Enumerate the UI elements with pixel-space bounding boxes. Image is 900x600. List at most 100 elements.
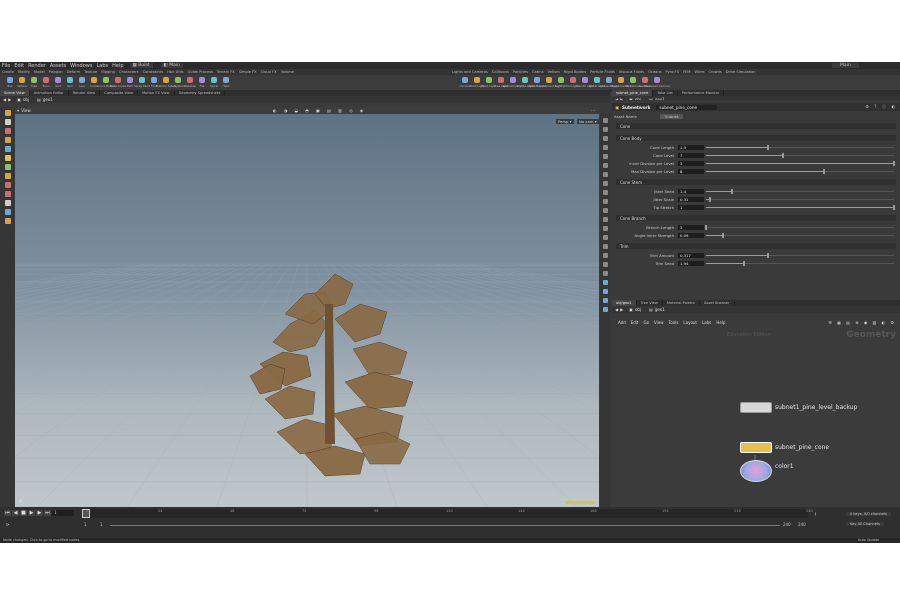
right-tool-4-icon[interactable] [602, 145, 608, 150]
shelf-tab-particle-fluids[interactable]: Particle Fluids [588, 70, 617, 74]
param-slider-knob[interactable] [893, 205, 895, 210]
shelf-tab-hair-utils[interactable]: Hair Utils [165, 70, 185, 74]
left-tool-4-icon[interactable] [4, 137, 11, 143]
shelf-tool-sky-light[interactable]: Sky Light [555, 76, 567, 90]
net-menu-edit[interactable]: Edit [631, 320, 639, 325]
path-context[interactable]: obj [23, 97, 29, 102]
param-slider[interactable] [706, 153, 894, 158]
right-tool-17-icon[interactable] [602, 262, 608, 267]
shelf-tab-model[interactable]: Model [32, 70, 47, 74]
menu-edit[interactable]: Edit [12, 63, 26, 69]
right-tool-19-icon[interactable] [602, 280, 608, 285]
path-node[interactable]: geo1 [43, 97, 53, 102]
shelf-tool-gamepad-camera[interactable]: Gamepad Camera [644, 76, 670, 90]
left-tool-12-icon[interactable] [4, 209, 11, 215]
param-slider[interactable] [705, 225, 894, 230]
auto-update-menu[interactable]: Auto Update [858, 538, 879, 543]
shelf-tab-constraints[interactable]: Constraints [141, 70, 166, 74]
node-subnet1-pine-level-backup[interactable]: subnet1_pine_level_backup [740, 402, 857, 413]
shelf-tab-wires[interactable]: Wires [693, 70, 707, 74]
shelf-tool-spray-paint[interactable]: Spray Paint [134, 76, 150, 90]
step-forward-button[interactable]: ▶ [36, 510, 43, 516]
param-slider[interactable] [706, 161, 895, 166]
left-tool-6-icon[interactable] [4, 155, 11, 161]
network-editor[interactable]: Education Edition Geometry subnet1_pine_… [612, 326, 900, 507]
right-tool-2-icon[interactable] [602, 127, 608, 132]
path-node[interactable]: geo1 [655, 307, 665, 312]
param-slider-knob[interactable] [742, 261, 745, 266]
shelf-tool-vr-camera[interactable]: VR Camera [625, 76, 641, 90]
left-tool-1-icon[interactable] [4, 110, 11, 116]
shelf-tool-grid[interactable]: Grid [52, 76, 64, 90]
jump-end-button[interactable]: ⏭ [44, 510, 51, 516]
section-cone[interactable]: Cone [616, 123, 896, 129]
key-icon[interactable]: ⚷ [814, 512, 817, 516]
viewport-more-icon[interactable]: ⋯ [591, 108, 595, 113]
section-cone-stem[interactable]: Cone Stem [616, 179, 896, 185]
frame-ruler[interactable]: 1 24 48 72 96 120 144 168 192 216 240 [82, 509, 813, 518]
shelf-tab-grains[interactable]: Grains [530, 70, 546, 74]
shelf-tab-texture[interactable]: Texture [82, 70, 99, 74]
range-end2-field[interactable]: 240 [798, 521, 806, 529]
param-value-field[interactable]: 1.94 [678, 261, 704, 266]
param-value-field[interactable]: 0.31 [678, 197, 704, 202]
right-tool-13-icon[interactable] [602, 226, 608, 231]
right-tool-18-icon[interactable] [602, 271, 608, 276]
shelf-tool-spiral[interactable]: Spiral [208, 76, 220, 90]
right-tool-9-icon[interactable] [602, 190, 608, 195]
status-message[interactable]: Node changed. Click to go to modified no… [3, 538, 80, 542]
path-context[interactable]: obj [635, 307, 641, 312]
param-value-field[interactable]: 1.3 [678, 145, 704, 150]
param-header-icons[interactable]: ⚙ ? ⓘ ◐ [865, 104, 897, 110]
param-slider[interactable] [706, 233, 894, 238]
shelf-tab-terrain-fx[interactable]: Terrain FX [215, 70, 237, 74]
node-color1[interactable]: color1 [740, 460, 794, 482]
persp-menu[interactable]: Persp ▾ [556, 119, 574, 124]
param-slider-knob[interactable] [782, 153, 785, 158]
param-slider[interactable] [706, 261, 894, 266]
forward-arrow-icon[interactable]: ▶ [8, 97, 11, 102]
param-slider[interactable] [706, 189, 894, 194]
menu-assets[interactable]: Assets [48, 63, 68, 69]
shelf-tab-volume[interactable]: Volume [279, 70, 296, 74]
range-slider[interactable] [110, 525, 780, 526]
range-start2-field[interactable]: 1 [100, 521, 103, 529]
left-tool-5-icon[interactable] [4, 146, 11, 152]
net-menu-labs[interactable]: Labs [702, 320, 711, 325]
left-tool-7-icon[interactable] [4, 164, 11, 170]
key-all-channels[interactable]: Key All Channels [846, 522, 884, 526]
forward-arrow-icon[interactable]: ▶ [620, 307, 623, 312]
param-slider[interactable] [706, 205, 895, 210]
section-cone-body[interactable]: Cone Body [616, 135, 896, 141]
menu-windows[interactable]: Windows [68, 63, 94, 69]
param-slider[interactable] [706, 197, 894, 202]
back-arrow-icon[interactable]: ◀ [615, 307, 618, 312]
shelf-tab-deform[interactable]: Deform [65, 70, 82, 74]
param-value-field[interactable]: 3 [678, 225, 704, 230]
param-slider[interactable] [706, 253, 894, 258]
play-button[interactable]: ▶ [28, 510, 35, 516]
param-slider-knob[interactable] [767, 145, 770, 150]
shelf-tab-crowds[interactable]: Crowds [707, 70, 724, 74]
shelf-tab-viscous-fluids[interactable]: Viscous Fluids [617, 70, 646, 74]
right-tool-10-icon[interactable] [602, 199, 608, 204]
net-menu-add[interactable]: Add [618, 320, 626, 325]
menu-labs[interactable]: Labs [94, 63, 110, 69]
param-slider-knob[interactable] [708, 197, 711, 202]
param-slider[interactable] [706, 145, 894, 150]
section-trim[interactable]: Trim [616, 243, 896, 249]
shelf-tab-particles[interactable]: Particles [511, 70, 530, 74]
right-tool-12-icon[interactable] [602, 217, 608, 222]
jump-start-button[interactable]: ⏮ [4, 510, 11, 516]
net-menu-layout[interactable]: Layout [683, 320, 697, 325]
menu-file[interactable]: File [0, 63, 12, 69]
right-tool-11-icon[interactable] [602, 208, 608, 213]
node-name-field[interactable]: subnet_pine_cone [656, 104, 718, 110]
desktop-selector[interactable]: ▦ Build [129, 63, 153, 68]
param-value-field[interactable]: 7 [678, 153, 704, 158]
left-tool-13-icon[interactable] [4, 218, 11, 224]
shelf-tool-l-system[interactable]: L-System [172, 76, 184, 90]
node-subnet-pine-cone[interactable]: subnet_pine_cone [740, 442, 829, 453]
shelf-tool-sphere[interactable]: Sphere [16, 76, 28, 90]
range-end-field[interactable]: 240 [783, 521, 791, 529]
